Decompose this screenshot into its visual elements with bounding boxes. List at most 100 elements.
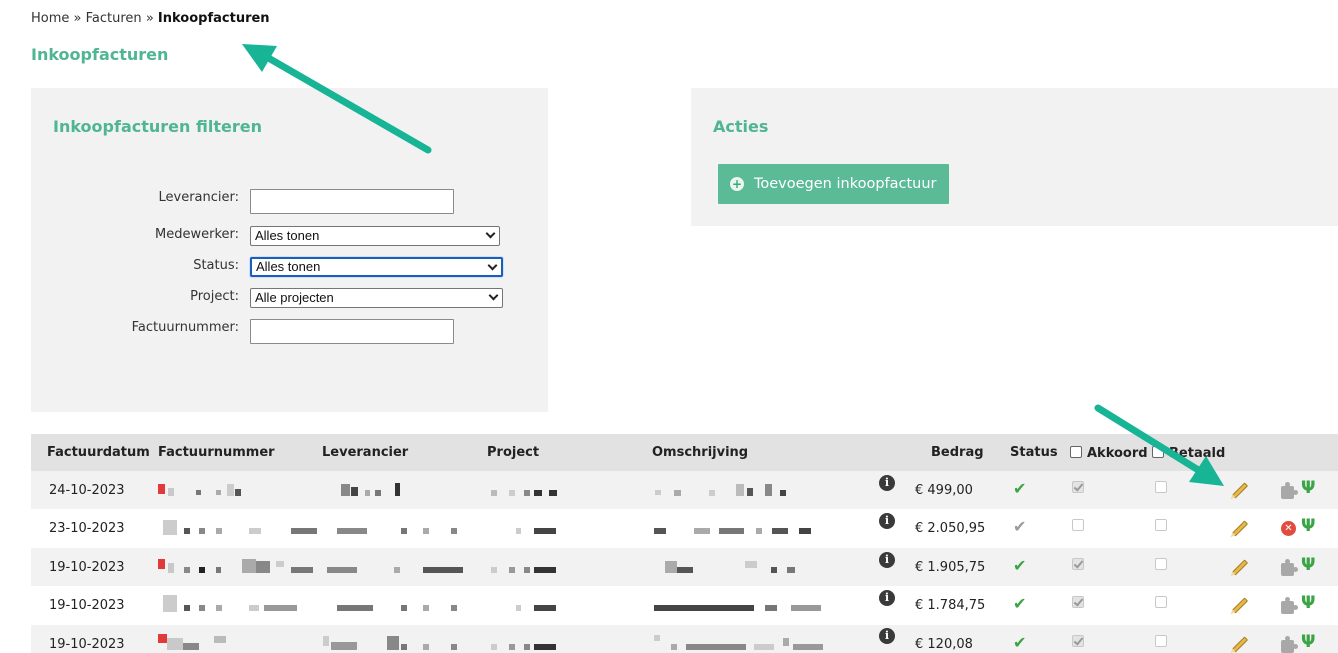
redacted-text [375,490,381,496]
invoice-date: 23-10-2023 [49,521,125,536]
puzzle-icon[interactable] [1281,636,1298,653]
akkoord-checkbox[interactable] [1072,481,1084,493]
redacted-text [199,528,205,534]
select-all-akkoord-checkbox[interactable] [1070,446,1082,458]
redacted-text [491,490,497,496]
medewerker-select[interactable]: Alles tonen [250,226,500,246]
column-omschrijving[interactable]: Omschrijving [652,445,748,460]
chevron-down-icon [488,290,499,301]
betaald-checkbox[interactable] [1155,558,1167,570]
split-branch-icon[interactable]: Ψ [1301,632,1315,652]
status-select[interactable]: Alles tonen [250,257,503,277]
redacted-text [793,644,823,650]
edit-pencil-icon[interactable] [1231,520,1249,537]
akkoord-checkbox[interactable] [1072,558,1084,570]
redacted-text [351,487,358,496]
redacted-text [337,605,373,611]
redacted-text [401,644,407,650]
puzzle-icon[interactable] [1281,597,1298,614]
table-row[interactable]: 23-10-2023 i € 2.050,95 ✔ ✕ Ψ [31,509,1338,547]
actions-panel: Acties + Toevoegen inkoopfactuur [691,88,1338,226]
redacted-text [158,559,165,569]
select-all-betaald-checkbox[interactable] [1152,446,1164,458]
info-icon[interactable]: i [879,475,895,491]
table-row[interactable]: 19-10-2023 i € 1.784,75 ✔ Ψ [31,586,1338,624]
redacted-text [534,528,556,534]
redacted-text [323,636,329,646]
factuurnummer-input[interactable] [250,319,454,344]
redacted-text [249,528,261,534]
breadcrumb-separator: » [145,11,154,26]
redacted-text [242,559,256,573]
split-branch-icon[interactable]: Ψ [1301,478,1315,498]
redacted-text [516,605,521,611]
table-row[interactable]: 19-10-2023 i € 120,08 ✔ Ψ [31,625,1338,653]
puzzle-icon[interactable] [1281,559,1298,576]
chevron-down-icon [487,260,498,271]
info-icon[interactable]: i [879,552,895,568]
breadcrumb-home[interactable]: Home [31,11,69,26]
column-akkoord[interactable]: Akkoord [1070,446,1148,461]
edit-pencil-icon[interactable] [1231,636,1249,653]
redacted-text [423,605,429,611]
redacted-text [167,638,183,650]
redacted-text [276,561,284,567]
redacted-text [534,567,556,573]
edit-pencil-icon[interactable] [1231,482,1249,499]
table-header: Factuurdatum Factuurnummer Leverancier P… [31,434,1338,471]
redacted-text [184,528,190,534]
redacted-text [783,638,789,646]
edit-pencil-icon[interactable] [1231,597,1249,614]
column-akkoord-label: Akkoord [1087,446,1148,461]
betaald-checkbox[interactable] [1155,519,1167,531]
column-leverancier[interactable]: Leverancier [322,445,408,460]
akkoord-checkbox[interactable] [1072,635,1084,647]
redacted-text [736,484,744,496]
add-purchase-invoice-button[interactable]: + Toevoegen inkoopfactuur [718,164,949,204]
info-icon[interactable]: i [879,590,895,606]
akkoord-checkbox[interactable] [1072,519,1084,531]
redacted-text [534,490,542,496]
split-branch-icon[interactable]: Ψ [1301,593,1315,613]
redacted-text [184,605,190,611]
redacted-text [163,520,177,535]
medewerker-label: Medewerker: [155,227,239,242]
puzzle-icon[interactable] [1281,482,1298,499]
delete-icon[interactable]: ✕ [1281,521,1296,536]
akkoord-checkbox[interactable] [1072,596,1084,608]
edit-pencil-icon[interactable] [1231,559,1249,576]
column-factuurdatum[interactable]: Factuurdatum [47,445,150,460]
redacted-text [451,644,457,650]
column-factuurnummer[interactable]: Factuurnummer [158,445,275,460]
column-betaald[interactable]: Betaald [1152,446,1225,461]
breadcrumb-facturen[interactable]: Facturen [86,11,142,26]
info-icon[interactable]: i [879,513,895,529]
actions-panel-title: Acties [713,117,769,136]
invoice-amount: € 1.905,75 [915,560,986,575]
status-select-value: Alles tonen [256,259,321,274]
info-icon[interactable]: i [879,628,895,644]
split-branch-icon[interactable]: Ψ [1301,555,1315,575]
betaald-checkbox[interactable] [1155,596,1167,608]
project-select[interactable]: Alle projecten [250,288,503,308]
invoice-date: 19-10-2023 [49,598,125,613]
status-check-icon: ✔ [1013,479,1027,498]
filter-panel: Inkoopfacturen filteren Leverancier: Med… [31,88,548,412]
redacted-text [196,490,201,495]
redacted-text [158,484,165,494]
invoice-amount: € 1.784,75 [915,598,986,613]
plus-circle-icon: + [730,177,744,191]
table-row[interactable]: 24-10-2023 i € 499,00 ✔ Ψ [31,471,1338,509]
table-row[interactable]: 19-10-2023 i € 1.905,75 ✔ Ψ [31,548,1338,586]
column-project[interactable]: Project [487,445,539,460]
redacted-text [264,605,297,611]
column-bedrag[interactable]: Bedrag [931,445,984,460]
redacted-text [216,528,222,534]
split-branch-icon[interactable]: Ψ [1301,516,1315,536]
leverancier-input[interactable] [250,189,454,214]
column-status[interactable]: Status [1010,445,1058,460]
redacted-text [451,528,457,534]
redacted-text [216,567,221,573]
betaald-checkbox[interactable] [1155,635,1167,647]
betaald-checkbox[interactable] [1155,481,1167,493]
